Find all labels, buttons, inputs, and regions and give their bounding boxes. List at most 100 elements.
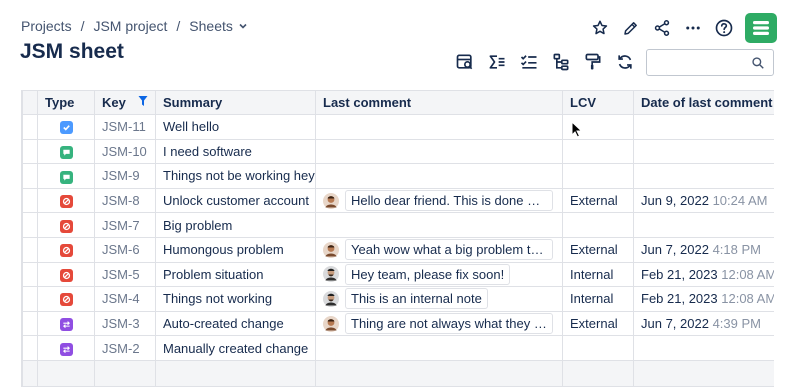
table-row[interactable]: JSM-5 Problem situation Hey team, please f… — [22, 261, 774, 288]
table-row[interactable]: JSM-10 I need software — [22, 138, 774, 165]
app-logo[interactable] — [745, 13, 777, 43]
last-comment-cell[interactable]: Hello dear friend. This is done now! — [315, 187, 563, 214]
key-cell[interactable]: JSM-8 — [94, 187, 156, 214]
star-icon[interactable] — [584, 14, 615, 43]
summary-cell[interactable]: Well hello — [155, 114, 316, 140]
last-comment-cell[interactable]: This is an internal note — [315, 286, 563, 312]
summary-cell[interactable]: Auto-created change — [155, 310, 316, 337]
table-row[interactable]: JSM-11 Well hello — [22, 114, 774, 140]
breadcrumb-jsm-project[interactable]: JSM project — [93, 18, 167, 34]
share-icon[interactable] — [646, 14, 677, 43]
calendar-search-icon[interactable] — [449, 48, 481, 76]
table-row[interactable]: JSM-7 Big problem — [22, 212, 774, 238]
lcv-cell[interactable]: Internal — [562, 286, 634, 312]
type-cell[interactable] — [37, 335, 95, 361]
column-header-lcv[interactable]: LCV — [562, 90, 634, 115]
key-cell[interactable]: JSM-9 — [94, 163, 156, 189]
column-header-last-comment[interactable]: Last comment — [315, 90, 563, 115]
filter-icon[interactable] — [138, 95, 148, 110]
key-cell[interactable]: JSM-2 — [94, 335, 156, 361]
date-of-last-comment-cell[interactable]: Jun 7, 2022 4:39 PM — [633, 310, 774, 337]
hierarchy-icon[interactable] — [545, 48, 577, 76]
column-header-date-of-last-comment[interactable]: Date of last comment — [633, 90, 774, 115]
date-of-last-comment-cell[interactable] — [633, 114, 774, 140]
lcv-cell[interactable]: External — [562, 187, 634, 214]
key-cell[interactable]: JSM-4 — [94, 286, 156, 312]
lcv-cell[interactable]: External — [562, 310, 634, 337]
sum-icon[interactable] — [481, 48, 513, 76]
key-cell[interactable]: JSM-5 — [94, 261, 156, 288]
refresh-icon[interactable] — [609, 48, 641, 76]
column-header-key[interactable]: Key — [94, 90, 156, 115]
type-cell[interactable] — [37, 212, 95, 238]
table-row[interactable]: JSM-3 Auto-created change Thing are not al… — [22, 310, 774, 337]
date-of-last-comment-cell[interactable]: Feb 21, 2023 12:08 AM — [633, 286, 774, 312]
search-icon[interactable] — [751, 56, 765, 75]
type-cell[interactable] — [37, 138, 95, 165]
key-cell[interactable]: JSM-10 — [94, 138, 156, 165]
date-of-last-comment-cell[interactable]: Jun 7, 2022 4:18 PM — [633, 236, 774, 263]
row-number-cell[interactable] — [22, 310, 38, 337]
row-number-cell[interactable] — [22, 138, 38, 165]
breadcrumb-projects[interactable]: Projects — [21, 18, 72, 34]
date-of-last-comment-cell[interactable] — [633, 138, 774, 165]
row-header-corner[interactable] — [22, 90, 38, 115]
last-comment-cell[interactable] — [315, 138, 563, 165]
type-cell[interactable] — [37, 310, 95, 337]
type-cell[interactable] — [37, 187, 95, 214]
summary-cell[interactable]: Big problem — [155, 212, 316, 238]
date-of-last-comment-cell[interactable] — [633, 163, 774, 189]
row-number-cell[interactable] — [22, 163, 38, 189]
key-cell[interactable]: JSM-3 — [94, 310, 156, 337]
table-row[interactable]: JSM-2 Manually created change — [22, 335, 774, 361]
more-icon[interactable] — [677, 14, 708, 43]
key-cell[interactable]: JSM-7 — [94, 212, 156, 238]
type-cell[interactable] — [37, 286, 95, 312]
search-box[interactable] — [646, 49, 774, 76]
breadcrumb-sheets[interactable]: Sheets — [189, 18, 233, 34]
summary-cell[interactable]: Unlock customer account — [155, 187, 316, 214]
table-row[interactable]: JSM-6 Humongous problem Yeah wow what a bi… — [22, 236, 774, 263]
last-comment-cell[interactable]: Thing are not always what they see... — [315, 310, 563, 337]
row-number-cell[interactable] — [22, 114, 38, 140]
key-cell[interactable]: JSM-6 — [94, 236, 156, 263]
last-comment-cell[interactable] — [315, 114, 563, 140]
summary-cell[interactable]: Things not be working hey — [155, 163, 316, 189]
row-number-cell[interactable] — [22, 335, 38, 361]
help-icon[interactable] — [708, 14, 739, 43]
row-number-cell[interactable] — [22, 187, 38, 214]
row-number-cell[interactable] — [22, 212, 38, 238]
last-comment-cell[interactable] — [315, 212, 563, 238]
type-cell[interactable] — [37, 163, 95, 189]
lcv-cell[interactable]: Internal — [562, 261, 634, 288]
date-of-last-comment-cell[interactable] — [633, 335, 774, 361]
paint-roller-icon[interactable] — [577, 48, 609, 76]
type-cell[interactable] — [37, 114, 95, 140]
column-header-type[interactable]: Type — [37, 90, 95, 115]
last-comment-cell[interactable]: Yeah wow what a big problem this is! — [315, 236, 563, 263]
type-cell[interactable] — [37, 261, 95, 288]
chevron-down-icon[interactable] — [238, 21, 248, 31]
table-row[interactable]: JSM-9 Things not be working hey — [22, 163, 774, 189]
row-number-cell[interactable] — [22, 236, 38, 263]
date-of-last-comment-cell[interactable]: Jun 9, 2022 10:24 AM — [633, 187, 774, 214]
summary-cell[interactable]: Humongous problem — [155, 236, 316, 263]
summary-cell[interactable]: I need software — [155, 138, 316, 165]
lcv-cell[interactable] — [562, 163, 634, 189]
last-comment-cell[interactable] — [315, 163, 563, 189]
row-number-cell[interactable] — [22, 286, 38, 312]
date-of-last-comment-cell[interactable] — [633, 212, 774, 238]
type-cell[interactable] — [37, 236, 95, 263]
lcv-cell[interactable] — [562, 335, 634, 361]
table-row[interactable]: JSM-4 Things not working This is an intern… — [22, 286, 774, 312]
pencil-icon[interactable] — [615, 14, 646, 43]
lcv-cell[interactable] — [562, 212, 634, 238]
key-cell[interactable]: JSM-11 — [94, 114, 156, 140]
search-input[interactable] — [653, 50, 753, 75]
summary-cell[interactable]: Things not working — [155, 286, 316, 312]
last-comment-cell[interactable]: Hey team, please fix soon! — [315, 261, 563, 288]
table-row[interactable]: JSM-8 Unlock customer account Hello dear f… — [22, 187, 774, 214]
lcv-cell[interactable]: External — [562, 236, 634, 263]
last-comment-cell[interactable] — [315, 335, 563, 361]
summary-cell[interactable]: Manually created change — [155, 335, 316, 361]
